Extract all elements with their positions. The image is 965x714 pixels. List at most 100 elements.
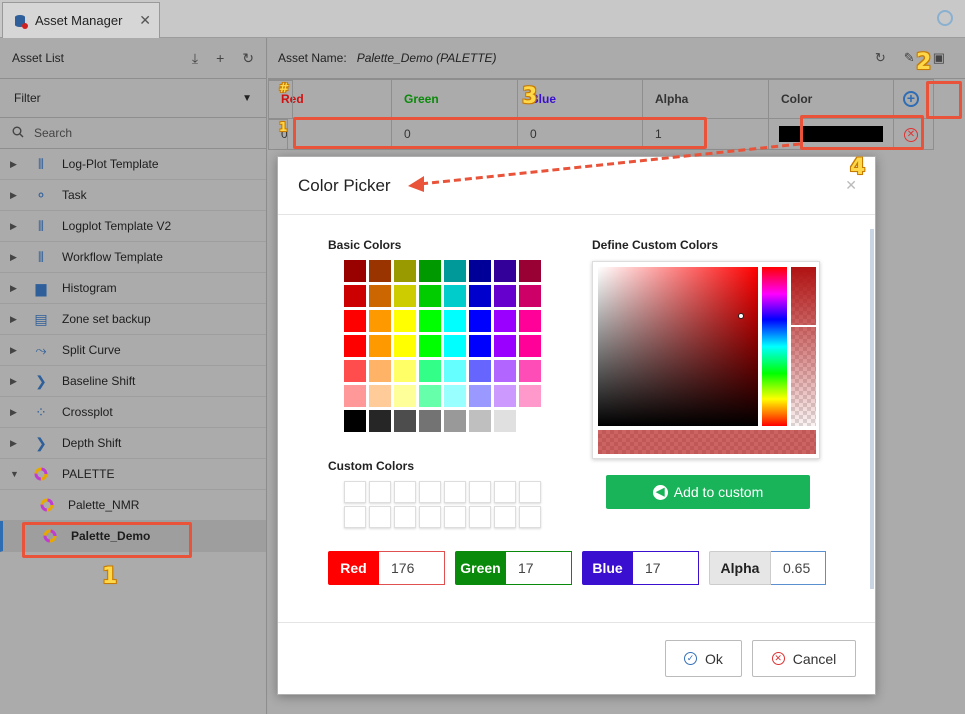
- basic-color-swatch[interactable]: [369, 335, 391, 357]
- basic-color-swatch[interactable]: [494, 385, 516, 407]
- expand-arrow-icon[interactable]: ▶: [10, 376, 20, 387]
- custom-color-slot[interactable]: [394, 506, 416, 528]
- custom-color-slot[interactable]: [469, 481, 491, 503]
- custom-color-slot[interactable]: [444, 481, 466, 503]
- basic-color-swatch[interactable]: [419, 260, 441, 282]
- basic-color-swatch[interactable]: [469, 385, 491, 407]
- tree-item-log-plot-template[interactable]: ▶ ⦀ Log-Plot Template: [0, 149, 266, 180]
- basic-color-swatch[interactable]: [494, 285, 516, 307]
- basic-color-swatch[interactable]: [494, 260, 516, 282]
- custom-color-slot[interactable]: [444, 506, 466, 528]
- basic-color-swatch[interactable]: [494, 310, 516, 332]
- basic-color-swatch[interactable]: [519, 310, 541, 332]
- basic-color-swatch[interactable]: [344, 260, 366, 282]
- expand-arrow-icon[interactable]: ▶: [10, 252, 20, 263]
- basic-color-swatch[interactable]: [444, 410, 466, 432]
- basic-color-swatch[interactable]: [444, 285, 466, 307]
- basic-color-swatch[interactable]: [394, 385, 416, 407]
- basic-color-swatch[interactable]: [469, 410, 491, 432]
- custom-color-slot[interactable]: [419, 481, 441, 503]
- scrollbar[interactable]: [870, 229, 874, 589]
- saturation-value-area[interactable]: [598, 267, 758, 426]
- basic-color-swatch[interactable]: [444, 385, 466, 407]
- tree-item-workflow-template[interactable]: ▶ ⦀ Workflow Template: [0, 242, 266, 273]
- add-circle-icon[interactable]: +: [903, 91, 919, 107]
- basic-color-swatch[interactable]: [494, 410, 516, 432]
- basic-color-swatch[interactable]: [519, 285, 541, 307]
- tree-item-logplot-template-v2[interactable]: ▶ ⦀ Logplot Template V2: [0, 211, 266, 242]
- collapse-arrow-icon[interactable]: ▼: [10, 469, 20, 479]
- refresh-icon[interactable]: ↻: [242, 50, 254, 67]
- tree-item-depth-shift[interactable]: ▶ ❯ Depth Shift: [0, 428, 266, 459]
- basic-color-swatch[interactable]: [419, 285, 441, 307]
- tree-item-palette[interactable]: ▼ PALETTE: [0, 459, 266, 490]
- basic-color-swatch[interactable]: [344, 385, 366, 407]
- basic-color-swatch[interactable]: [344, 335, 366, 357]
- basic-color-swatch[interactable]: [419, 385, 441, 407]
- custom-color-slot[interactable]: [419, 506, 441, 528]
- tree-item-baseline-shift[interactable]: ▶ ❯ Baseline Shift: [0, 366, 266, 397]
- close-icon[interactable]: ✕: [139, 12, 151, 29]
- save-icon[interactable]: ▣: [933, 50, 945, 66]
- basic-color-swatch[interactable]: [469, 260, 491, 282]
- basic-color-swatch[interactable]: [419, 410, 441, 432]
- sync-icon[interactable]: [937, 10, 953, 26]
- basic-color-swatch[interactable]: [519, 360, 541, 382]
- basic-color-swatch[interactable]: [369, 360, 391, 382]
- edit-icon[interactable]: ✎: [904, 50, 915, 66]
- basic-color-swatch[interactable]: [419, 310, 441, 332]
- basic-color-swatch[interactable]: [344, 410, 366, 432]
- tree-item-zone-set-backup[interactable]: ▶ ▤ Zone set backup: [0, 304, 266, 335]
- blue-input[interactable]: 17: [633, 551, 699, 585]
- basic-color-swatch[interactable]: [444, 260, 466, 282]
- red-input[interactable]: 176: [379, 551, 445, 585]
- tab-asset-manager[interactable]: Asset Manager ✕: [2, 2, 160, 38]
- basic-color-swatch[interactable]: [394, 335, 416, 357]
- custom-color-slot[interactable]: [519, 506, 541, 528]
- basic-color-swatch[interactable]: [419, 335, 441, 357]
- basic-color-swatch[interactable]: [469, 335, 491, 357]
- search-field[interactable]: Search: [0, 118, 266, 149]
- expand-arrow-icon[interactable]: ▶: [10, 283, 20, 294]
- ok-button[interactable]: ✓ Ok: [665, 640, 742, 677]
- expand-arrow-icon[interactable]: ▶: [10, 159, 20, 170]
- basic-color-swatch[interactable]: [344, 310, 366, 332]
- expand-arrow-icon[interactable]: ▶: [10, 345, 20, 356]
- green-input[interactable]: 17: [506, 551, 572, 585]
- basic-color-swatch[interactable]: [394, 285, 416, 307]
- basic-color-swatch[interactable]: [394, 360, 416, 382]
- basic-color-swatch[interactable]: [369, 285, 391, 307]
- refresh-icon[interactable]: ↻: [875, 50, 886, 66]
- download-icon[interactable]: ⤓: [192, 50, 198, 67]
- expand-arrow-icon[interactable]: ▶: [10, 407, 20, 418]
- tree-item-task[interactable]: ▶ ⚬ Task: [0, 180, 266, 211]
- basic-color-swatch[interactable]: [369, 310, 391, 332]
- custom-color-slot[interactable]: [369, 481, 391, 503]
- basic-color-swatch[interactable]: [519, 410, 541, 432]
- basic-color-swatch[interactable]: [394, 310, 416, 332]
- custom-color-slot[interactable]: [394, 481, 416, 503]
- basic-color-swatch[interactable]: [444, 310, 466, 332]
- hue-slider[interactable]: [762, 267, 787, 426]
- basic-color-swatch[interactable]: [519, 260, 541, 282]
- basic-color-swatch[interactable]: [394, 260, 416, 282]
- picker-cursor[interactable]: [738, 313, 744, 319]
- basic-color-swatch[interactable]: [344, 360, 366, 382]
- alpha-input[interactable]: 0.65: [771, 551, 826, 585]
- basic-color-swatch[interactable]: [419, 360, 441, 382]
- add-icon[interactable]: +: [216, 50, 224, 67]
- custom-color-slot[interactable]: [494, 506, 516, 528]
- expand-arrow-icon[interactable]: ▶: [10, 221, 20, 232]
- add-to-custom-button[interactable]: ◀ Add to custom: [606, 475, 810, 509]
- basic-color-swatch[interactable]: [469, 360, 491, 382]
- basic-color-swatch[interactable]: [344, 285, 366, 307]
- basic-color-swatch[interactable]: [444, 335, 466, 357]
- expand-arrow-icon[interactable]: ▶: [10, 314, 20, 325]
- basic-color-swatch[interactable]: [394, 410, 416, 432]
- basic-color-swatch[interactable]: [444, 360, 466, 382]
- basic-color-swatch[interactable]: [469, 285, 491, 307]
- custom-color-slot[interactable]: [494, 481, 516, 503]
- custom-color-slot[interactable]: [369, 506, 391, 528]
- basic-color-swatch[interactable]: [519, 385, 541, 407]
- tree-item-crossplot[interactable]: ▶ ⁘ Crossplot: [0, 397, 266, 428]
